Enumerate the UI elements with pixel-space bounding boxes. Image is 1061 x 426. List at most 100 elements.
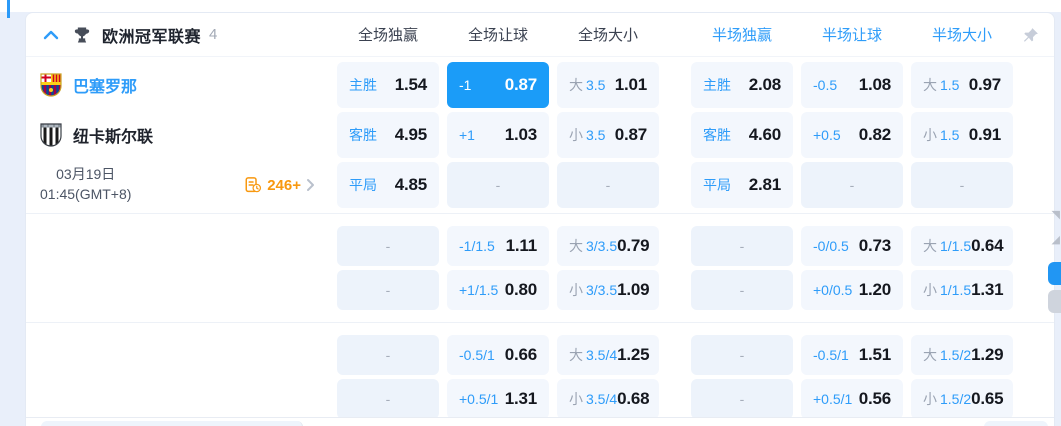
odds-row: 纽卡斯尔联 客胜 4.95 +1 1.03 小 3.5 0.87 客胜 4.60 +0.5 0.82 小…	[26, 112, 1054, 158]
odds-cell[interactable]: +0.5/1 0.56	[801, 379, 903, 419]
odds-label: 小 1/1.5	[923, 282, 972, 298]
odds-cell-empty: -	[557, 162, 659, 208]
odds-cell[interactable]: 小 3.5/4 0.68	[557, 379, 659, 419]
odds-value: 0.79	[617, 236, 650, 255]
markets-count: 246+	[267, 176, 301, 194]
odds-cell[interactable]: -0/0.5 0.73	[801, 226, 903, 266]
odds-cell[interactable]: +1 1.03	[447, 112, 549, 158]
odds-cell[interactable]: +1/1.5 0.80	[447, 270, 549, 310]
empty-dash: -	[739, 391, 745, 407]
column-header-2: 全场让球	[467, 27, 528, 44]
home-team-crest-icon	[40, 73, 62, 97]
odds-label: 大 3/3.5	[569, 238, 618, 254]
odds-cell[interactable]: -0.5 1.08	[801, 62, 903, 108]
floating-button-gray[interactable]	[1048, 290, 1061, 313]
odds-value: 1.01	[614, 75, 647, 94]
odds-label: 小 3.5	[569, 127, 606, 143]
odds-cells: - -1/1.5 1.11 大 3/3.5 0.79- -0/0.5 0.73 大 1/1.5 0.…	[337, 226, 1013, 266]
odds-label: 小 3/3.5	[569, 282, 618, 298]
away-team-row[interactable]: 纽卡斯尔联	[40, 123, 153, 147]
chevron-right-icon	[306, 178, 315, 192]
odds-value: 1.20	[858, 280, 891, 299]
empty-dash: -	[605, 177, 611, 193]
odds-label: 平局	[349, 177, 377, 193]
odds-cells: - +0.5/1 1.31 小 3.5/4 0.68- +0.5/1 0.56 小 1.5/2 0.…	[337, 379, 1013, 419]
odds-cell[interactable]: 大 1.5/2 1.29	[911, 335, 1013, 375]
collapse-chevron-up-icon[interactable]	[38, 30, 64, 40]
column-header-4: 半场独赢	[711, 27, 772, 44]
odds-cell[interactable]: 小 3.5 0.87	[557, 112, 659, 158]
odds-cell[interactable]: 客胜 4.60	[691, 112, 793, 158]
odds-label: 大 1/1.5	[923, 238, 972, 254]
odds-label: -0/0.5	[813, 238, 849, 254]
odds-cell-selected[interactable]: -1 0.87	[447, 62, 549, 108]
odds-label: 小 1.5	[923, 127, 960, 143]
odds-value: 0.91	[968, 125, 1001, 144]
odds-label: -0.5/1	[459, 347, 495, 363]
column-header-5: 半场让球	[821, 27, 882, 44]
odds-cell[interactable]: -1/1.5 1.11	[447, 226, 549, 266]
home-team-name: 巴塞罗那	[73, 79, 138, 96]
odds-value: 0.65	[971, 389, 1004, 408]
odds-label: -0.5/1	[813, 347, 849, 363]
home-team-row[interactable]: 巴塞罗那	[40, 73, 137, 97]
odds-label: +0.5/1	[813, 391, 853, 407]
odds-label: 主胜	[703, 77, 731, 93]
odds-cell[interactable]: 主胜 2.08	[691, 62, 793, 108]
odds-cells: 主胜 1.54 -1 0.87 大 3.5 1.01 主胜 2.08 -0.5 1.08 大 1.5 0.…	[337, 62, 1013, 108]
odds-value: 0.66	[504, 345, 537, 364]
home-team: 巴塞罗那	[26, 62, 337, 108]
odds-value: 1.31	[971, 280, 1004, 299]
odds-value: 2.08	[748, 75, 781, 94]
odds-value: 1.54	[394, 75, 427, 94]
odds-cell[interactable]: 小 1.5/2 0.65	[911, 379, 1013, 419]
odds-label: 平局	[703, 177, 731, 193]
edge-arrow-icon: ◢	[1051, 234, 1060, 246]
odds-value: 0.87	[614, 125, 647, 144]
odds-cell[interactable]: 大 1/1.5 0.64	[911, 226, 1013, 266]
odds-cell[interactable]: +0/0.5 1.20	[801, 270, 903, 310]
empty-dash: -	[385, 282, 391, 298]
odds-cell[interactable]: 大 3.5/4 1.25	[557, 335, 659, 375]
odds-cell[interactable]: 小 1.5 0.91	[911, 112, 1013, 158]
floating-button-blue[interactable]	[1048, 262, 1061, 285]
league-match-count: 4	[209, 26, 218, 43]
odds-cell-empty: -	[911, 162, 1013, 208]
odds-section-2: - -1/1.5 1.11 大 3/3.5 0.79- -0/0.5 0.73 大 1/1.5 0.…	[26, 213, 1054, 322]
odds-value: 0.64	[971, 236, 1004, 255]
odds-value: 4.60	[748, 125, 781, 144]
odds-value: 1.29	[971, 345, 1004, 364]
odds-cell-empty: -	[337, 379, 439, 419]
league-header-left: 欧洲冠军联赛 4	[26, 23, 337, 47]
odds-label: 小 3.5/4	[569, 391, 618, 407]
odds-value: 1.11	[505, 236, 538, 255]
odds-section-3: - -0.5/1 0.66 大 3.5/4 1.25 - -0.5/1 1.51 大 1.5/2 1.…	[26, 322, 1054, 419]
pin-icon[interactable]	[1013, 26, 1054, 44]
markets-list-icon	[244, 176, 262, 194]
league-trophy-icon	[72, 25, 92, 45]
odds-label: 大 3.5	[569, 77, 606, 93]
odds-label: 小 1.5/2	[923, 391, 972, 407]
odds-cell[interactable]: -0.5/1 1.51	[801, 335, 903, 375]
odds-cell[interactable]: 小 3/3.5 1.09	[557, 270, 659, 310]
odds-cell[interactable]: 客胜 4.95	[337, 112, 439, 158]
odds-cell[interactable]: 平局 2.81	[691, 162, 793, 208]
match-datetime: 03月19日 01:45(GMT+8)	[40, 166, 132, 202]
next-section-cell	[984, 421, 1048, 426]
odds-cell[interactable]: 大 1.5 0.97	[911, 62, 1013, 108]
more-markets-link[interactable]: 246+	[244, 176, 315, 194]
left-spacer	[26, 335, 337, 375]
odds-cell[interactable]: 平局 4.85	[337, 162, 439, 208]
odds-cell[interactable]: 大 3/3.5 0.79	[557, 226, 659, 266]
odds-cell[interactable]: 主胜 1.54	[337, 62, 439, 108]
odds-cell[interactable]: +0.5 0.82	[801, 112, 903, 158]
odds-value: 1.25	[617, 345, 650, 364]
odds-cell[interactable]: 大 3.5 1.01	[557, 62, 659, 108]
top-strip	[0, 0, 1061, 12]
league-card: 欧洲冠军联赛 4 全场独赢 全场让球 全场大小 半场独赢 半场让球 半场大小 巴塞罗那 主胜…	[25, 12, 1055, 426]
odds-cell[interactable]: 小 1/1.5 1.31	[911, 270, 1013, 310]
odds-label: -1	[459, 77, 472, 93]
odds-label: +1	[459, 127, 475, 143]
odds-cell[interactable]: +0.5/1 1.31	[447, 379, 549, 419]
odds-cell[interactable]: -0.5/1 0.66	[447, 335, 549, 375]
